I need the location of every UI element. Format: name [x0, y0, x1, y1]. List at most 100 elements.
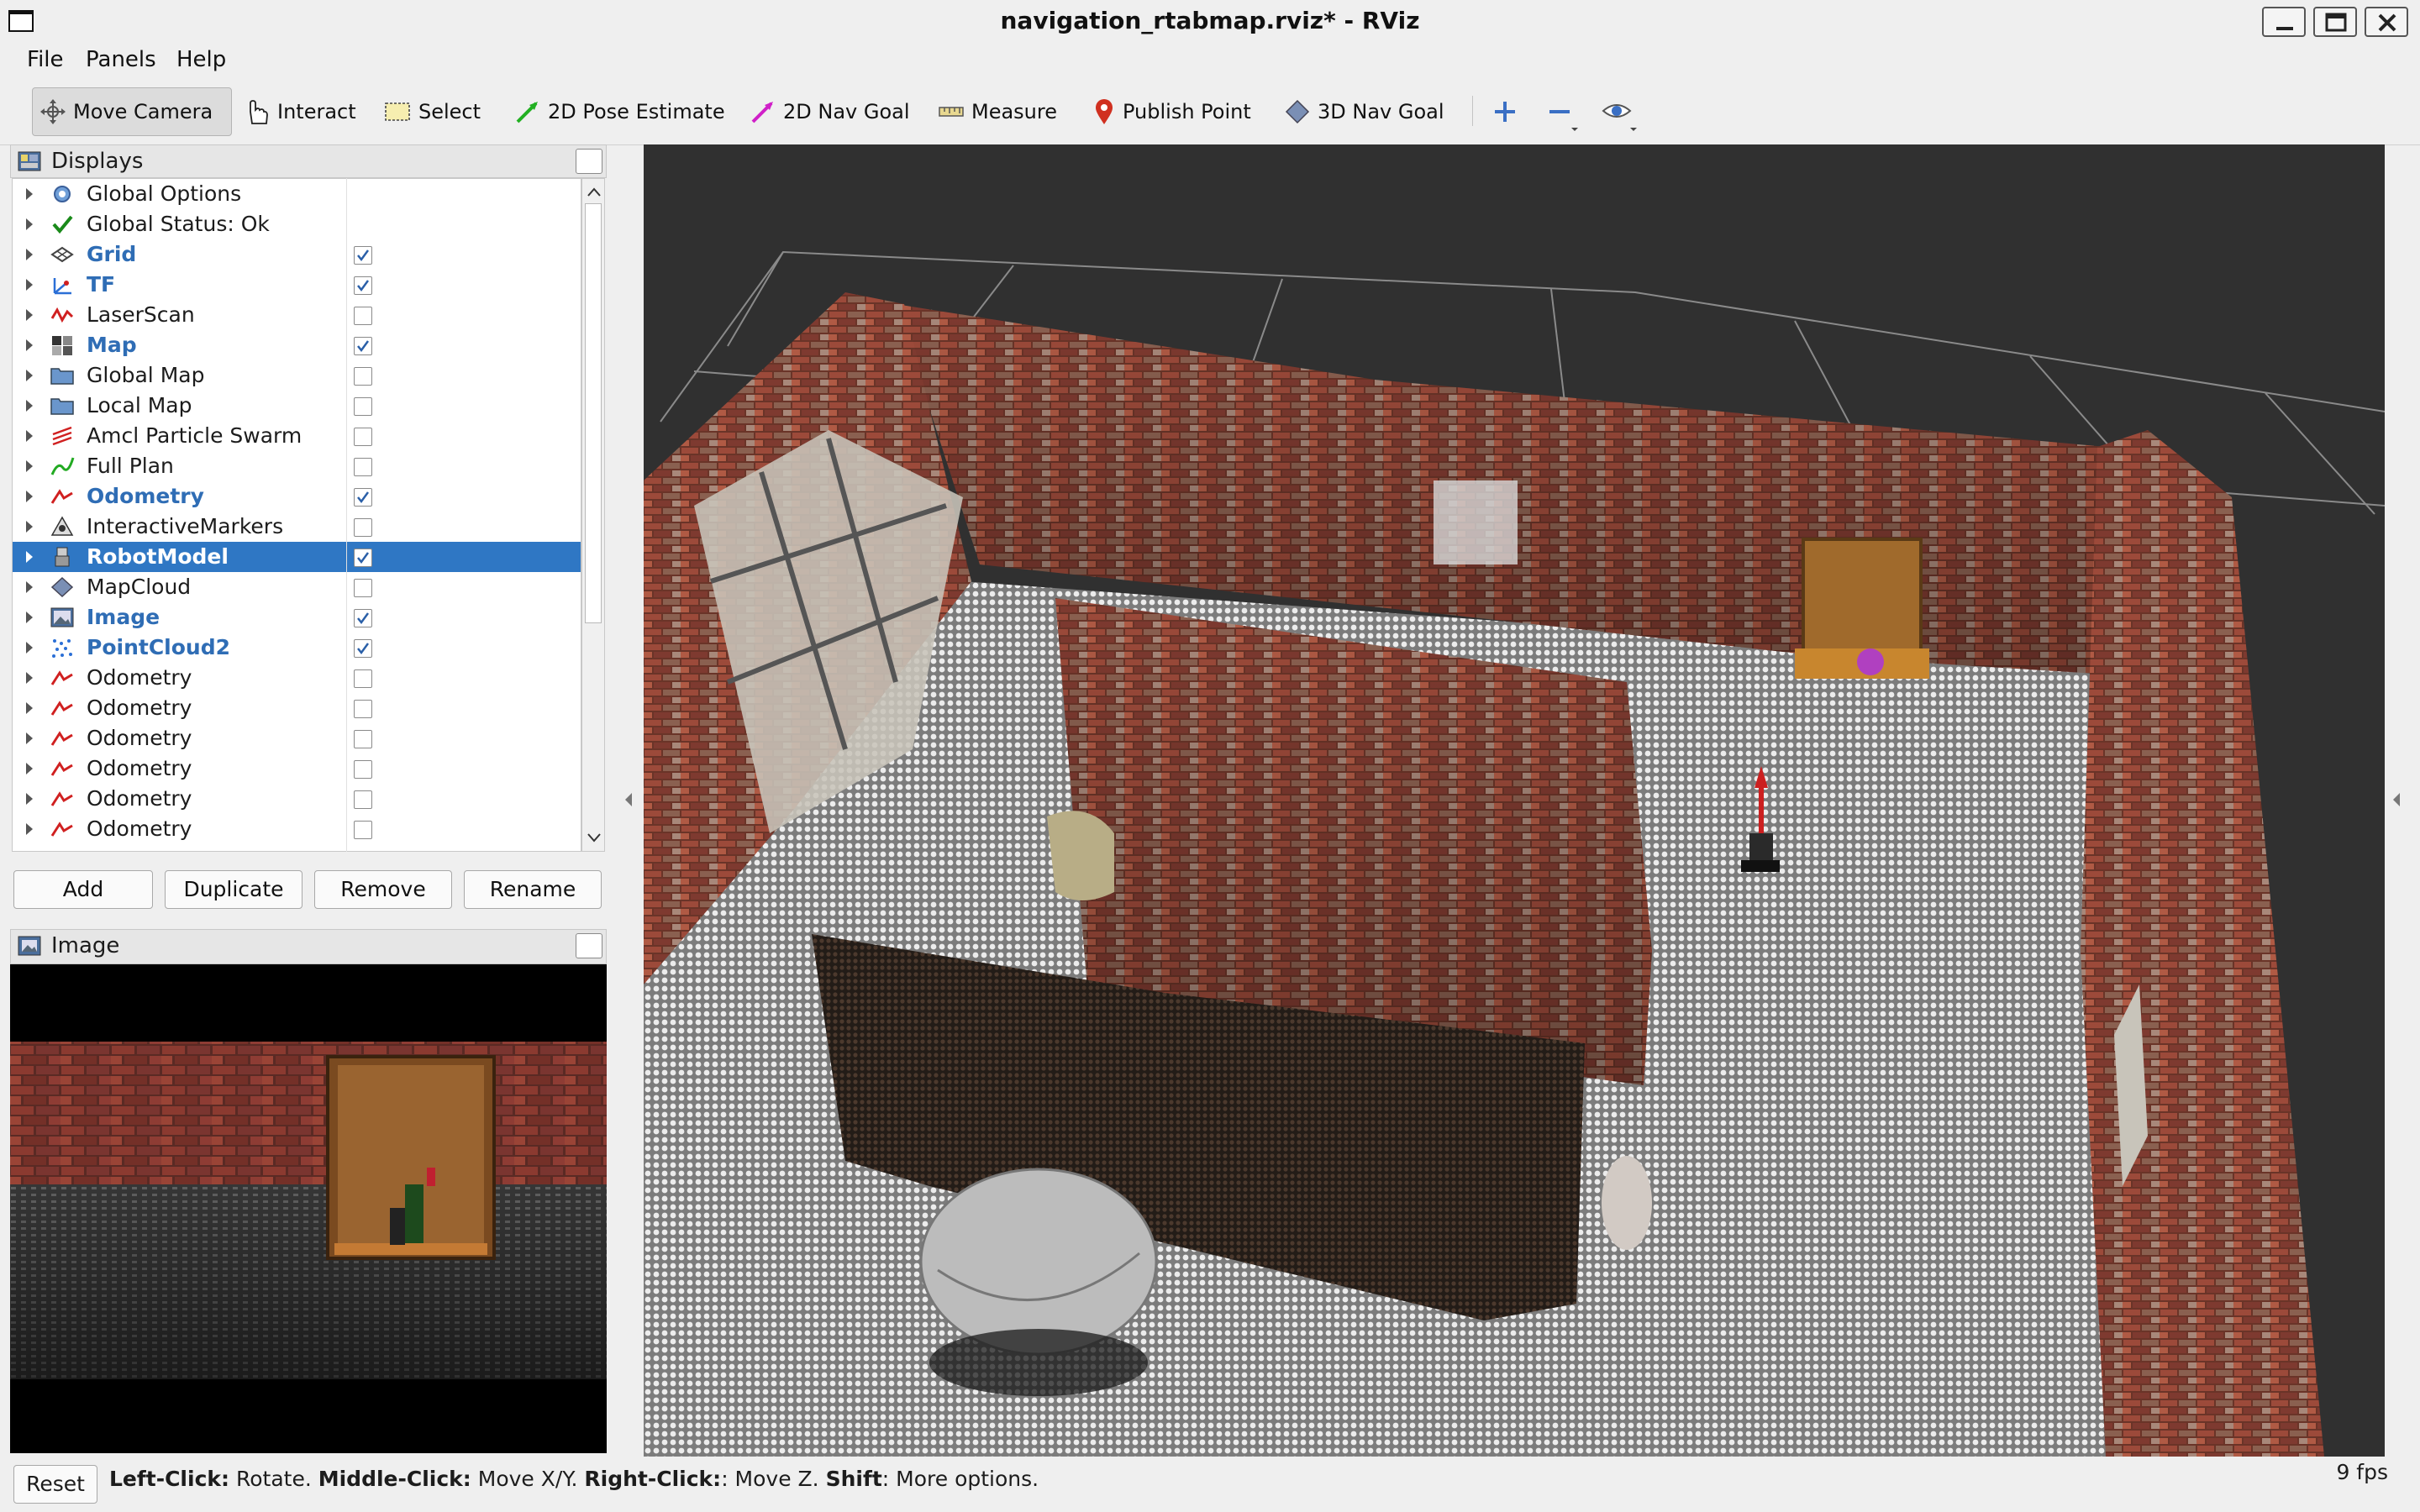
- menu-help[interactable]: Help: [176, 47, 226, 72]
- mapcloud-icon: [50, 575, 75, 599]
- display-enable-checkbox[interactable]: [354, 337, 372, 355]
- display-item-label: PointCloud2: [87, 635, 230, 659]
- view-options-button[interactable]: [1602, 97, 1639, 133]
- display-item-grid[interactable]: Grid: [13, 239, 581, 270]
- 3d-render-viewport[interactable]: [644, 144, 2385, 1457]
- display-item-full-plan[interactable]: Full Plan: [13, 451, 581, 481]
- display-item-amcl-particle-swarm[interactable]: Amcl Particle Swarm: [13, 421, 581, 451]
- expand-arrow-icon[interactable]: [26, 642, 33, 654]
- tool-select[interactable]: Select: [376, 87, 487, 136]
- display-enable-checkbox[interactable]: [354, 579, 372, 597]
- add-tool-button[interactable]: [1491, 97, 1519, 126]
- display-item-map[interactable]: Map: [13, 330, 581, 360]
- expand-arrow-icon[interactable]: [26, 581, 33, 593]
- display-enable-checkbox[interactable]: [354, 488, 372, 507]
- left-splitter-handle[interactable]: [625, 793, 632, 806]
- remove-tool-button[interactable]: [1546, 97, 1580, 133]
- display-item-label: Map: [87, 333, 137, 357]
- expand-arrow-icon[interactable]: [26, 279, 33, 291]
- expand-arrow-icon[interactable]: [26, 188, 33, 200]
- expand-arrow-icon[interactable]: [26, 370, 33, 381]
- display-item-odometry[interactable]: Odometry: [13, 753, 581, 784]
- tool-2d-pose-estimate[interactable]: 2D Pose Estimate: [508, 87, 732, 136]
- display-item-mapcloud[interactable]: MapCloud: [13, 572, 581, 602]
- expand-arrow-icon[interactable]: [26, 521, 33, 533]
- display-item-global-status-ok[interactable]: Global Status: Ok: [13, 209, 581, 239]
- robot-model-icon: [50, 545, 75, 569]
- minimize-button[interactable]: [2262, 7, 2306, 37]
- display-item-global-options[interactable]: Global Options: [13, 179, 581, 209]
- display-item-odometry[interactable]: Odometry: [13, 663, 581, 693]
- displays-panel-close[interactable]: [576, 149, 602, 174]
- display-item-label: Full Plan: [87, 454, 174, 478]
- expand-arrow-icon[interactable]: [26, 732, 33, 744]
- menu-panels[interactable]: Panels: [86, 47, 156, 72]
- rename-display-button[interactable]: Rename: [464, 870, 602, 909]
- right-splitter-handle[interactable]: [2393, 793, 2400, 806]
- display-item-local-map[interactable]: Local Map: [13, 391, 581, 421]
- display-enable-checkbox[interactable]: [354, 307, 372, 325]
- add-display-button[interactable]: Add: [13, 870, 153, 909]
- display-enable-checkbox[interactable]: [354, 518, 372, 537]
- expand-arrow-icon[interactable]: [26, 460, 33, 472]
- tool-measure[interactable]: Measure: [931, 87, 1064, 136]
- expand-arrow-icon[interactable]: [26, 702, 33, 714]
- display-enable-checkbox[interactable]: [354, 700, 372, 718]
- expand-arrow-icon[interactable]: [26, 491, 33, 502]
- expand-arrow-icon[interactable]: [26, 249, 33, 260]
- display-item-image[interactable]: Image: [13, 602, 581, 633]
- display-item-pointcloud2[interactable]: PointCloud2: [13, 633, 581, 663]
- expand-arrow-icon[interactable]: [26, 612, 33, 623]
- display-item-laserscan[interactable]: LaserScan: [13, 300, 581, 330]
- image-panel-close[interactable]: [576, 933, 602, 958]
- display-enable-checkbox[interactable]: [354, 367, 372, 386]
- display-enable-checkbox[interactable]: [354, 276, 372, 295]
- expand-arrow-icon[interactable]: [26, 672, 33, 684]
- display-enable-checkbox[interactable]: [354, 730, 372, 748]
- display-enable-checkbox[interactable]: [354, 609, 372, 627]
- display-enable-checkbox[interactable]: [354, 790, 372, 809]
- display-enable-checkbox[interactable]: [354, 458, 372, 476]
- display-item-odometry[interactable]: Odometry: [13, 481, 581, 512]
- display-item-odometry[interactable]: Odometry: [13, 693, 581, 723]
- expand-arrow-icon[interactable]: [26, 793, 33, 805]
- display-item-odometry[interactable]: Odometry: [13, 814, 581, 844]
- expand-arrow-icon[interactable]: [26, 823, 33, 835]
- tool-interact[interactable]: Interact: [237, 87, 363, 136]
- displays-panel-title: Displays: [51, 149, 144, 174]
- display-enable-checkbox[interactable]: [354, 821, 372, 839]
- reset-button[interactable]: Reset: [13, 1465, 97, 1504]
- display-enable-checkbox[interactable]: [354, 246, 372, 265]
- expand-arrow-icon[interactable]: [26, 763, 33, 774]
- display-item-interactivemarkers[interactable]: InteractiveMarkers: [13, 512, 581, 542]
- display-enable-checkbox[interactable]: [354, 428, 372, 446]
- display-item-odometry[interactable]: Odometry: [13, 723, 581, 753]
- display-enable-checkbox[interactable]: [354, 760, 372, 779]
- tool-publish-point[interactable]: Publish Point: [1086, 87, 1258, 136]
- scrollbar-thumb[interactable]: [585, 203, 602, 623]
- display-enable-checkbox[interactable]: [354, 549, 372, 567]
- duplicate-display-button[interactable]: Duplicate: [165, 870, 302, 909]
- publish-point-icon: [1096, 99, 1113, 124]
- remove-display-button[interactable]: Remove: [314, 870, 452, 909]
- display-enable-checkbox[interactable]: [354, 639, 372, 658]
- maximize-button[interactable]: [2313, 7, 2357, 37]
- display-enable-checkbox[interactable]: [354, 397, 372, 416]
- display-item-global-map[interactable]: Global Map: [13, 360, 581, 391]
- tool-3d-nav-goal[interactable]: 3D Nav Goal: [1277, 87, 1451, 136]
- expand-arrow-icon[interactable]: [26, 430, 33, 442]
- expand-arrow-icon[interactable]: [26, 218, 33, 230]
- expand-arrow-icon[interactable]: [26, 309, 33, 321]
- display-item-label: Odometry: [87, 786, 192, 811]
- tool-2d-nav-goal[interactable]: 2D Nav Goal: [743, 87, 917, 136]
- display-enable-checkbox[interactable]: [354, 669, 372, 688]
- menu-file[interactable]: File: [27, 47, 64, 72]
- display-item-odometry[interactable]: Odometry: [13, 784, 581, 814]
- display-item-robotmodel[interactable]: RobotModel: [13, 542, 581, 572]
- close-window-button[interactable]: [2365, 7, 2408, 37]
- tool-move-camera[interactable]: Move Camera: [32, 87, 232, 136]
- expand-arrow-icon[interactable]: [26, 339, 33, 351]
- expand-arrow-icon[interactable]: [26, 551, 33, 563]
- display-item-tf[interactable]: TF: [13, 270, 581, 300]
- expand-arrow-icon[interactable]: [26, 400, 33, 412]
